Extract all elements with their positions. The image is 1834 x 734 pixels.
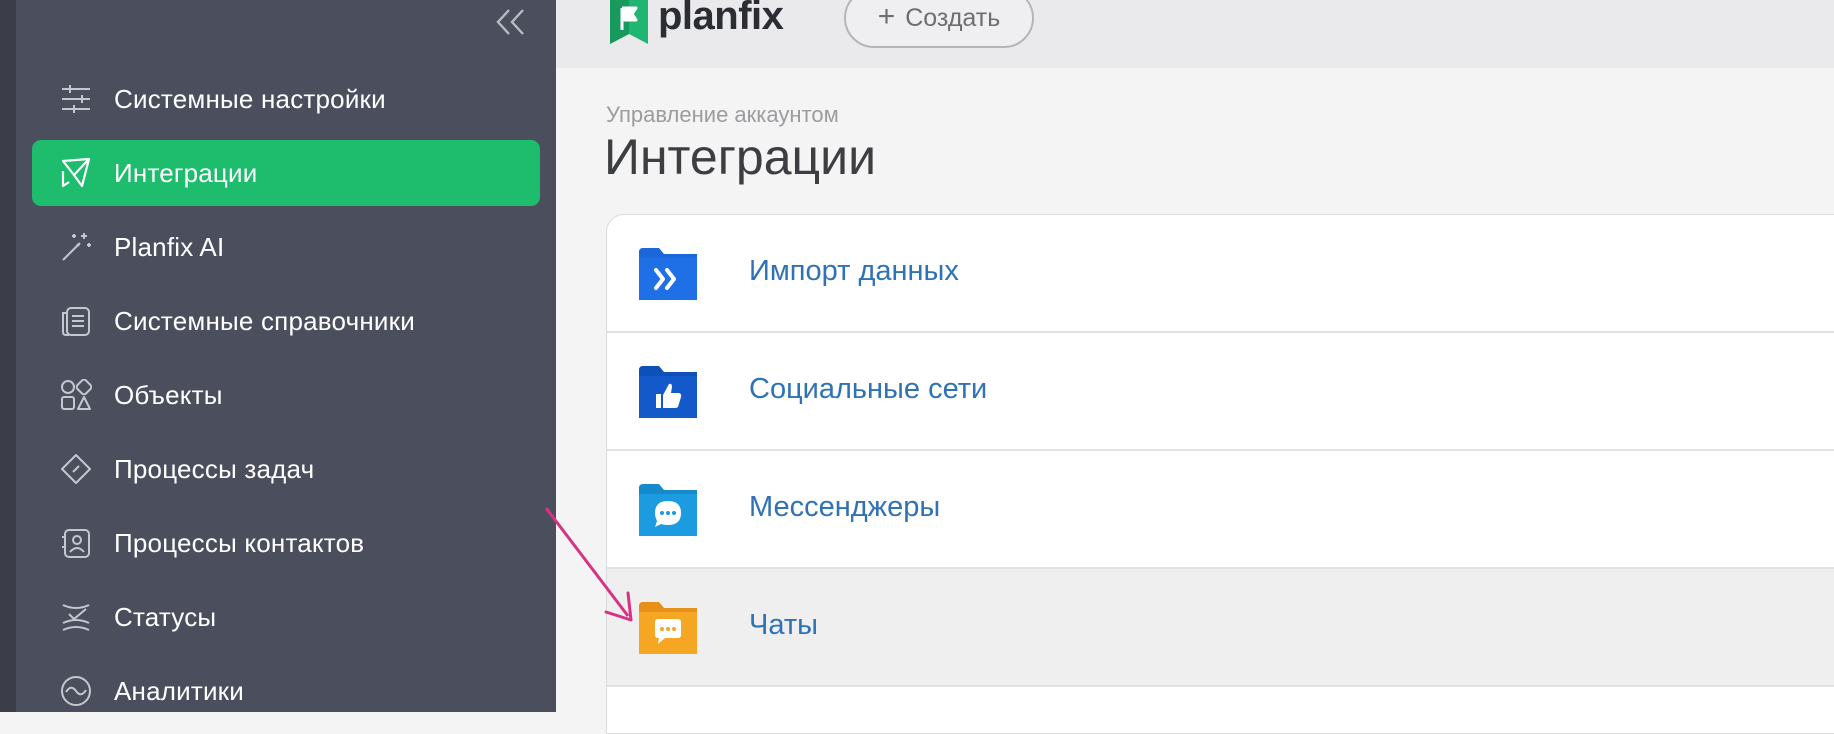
sidebar-item-label: Процессы контактов — [114, 527, 365, 558]
collapse-sidebar-button[interactable] — [490, 6, 530, 38]
sidebar-item-label: Интеграции — [114, 157, 258, 188]
planfix-logo-icon — [610, 0, 648, 44]
create-button[interactable]: + Создать — [844, 0, 1034, 48]
sidebar-item-label: Planfix AI — [114, 231, 225, 262]
list-item-chats[interactable]: Чаты — [607, 569, 1834, 687]
import-folder-icon — [639, 248, 697, 300]
sidebar-item-label: Процессы задач — [114, 453, 315, 484]
breadcrumb[interactable]: Управление аккаунтом — [606, 102, 839, 128]
list-item-label: Социальные сети — [749, 373, 988, 405]
sidebar-item-system-directories[interactable]: Системные справочники — [16, 288, 556, 354]
list-document-icon — [62, 307, 90, 336]
window-edge — [0, 0, 16, 712]
sliders-icon — [62, 85, 90, 113]
sidebar-item-label: Аналитики — [114, 675, 244, 706]
list-item-social-networks[interactable]: Социальные сети — [607, 333, 1834, 451]
analytics-wave-icon — [61, 676, 91, 706]
list-item-label: Мессенджеры — [749, 491, 941, 523]
magic-wand-icon — [62, 233, 91, 261]
sidebar-item-label: Объекты — [114, 379, 223, 410]
list-item-label: Чаты — [749, 609, 818, 641]
contact-card-icon — [62, 529, 90, 558]
sidebar-item-integrations[interactable]: Интеграции — [16, 140, 556, 206]
active-highlight — [32, 140, 540, 206]
integrations-list: Импорт данных Социальные сети Мессенджер… — [606, 214, 1834, 734]
messenger-folder-icon — [639, 484, 697, 536]
planfix-logo-text[interactable]: planfix — [658, 0, 784, 39]
sidebar-item-label: Системные справочники — [114, 305, 415, 336]
shapes-icon — [61, 379, 92, 410]
sidebar-item-label: Системные настройки — [114, 83, 386, 114]
list-item-data-import[interactable]: Импорт данных — [607, 215, 1834, 333]
list-item-messengers[interactable]: Мессенджеры — [607, 451, 1834, 569]
sidebar-item-analytics[interactable]: Аналитики — [16, 658, 556, 724]
status-check-icon — [62, 604, 90, 631]
double-chevron-left-icon — [496, 9, 524, 35]
sidebar-item-system-settings[interactable]: Системные настройки — [16, 66, 556, 132]
create-button-label: Создать — [905, 3, 1001, 32]
sidebar-item-task-processes[interactable]: Процессы задач — [16, 436, 556, 502]
page-title: Интеграции — [604, 129, 877, 185]
paper-plane-icon — [61, 157, 91, 188]
list-item-label: Импорт данных — [749, 255, 959, 287]
sidebar-item-statuses[interactable]: Статусы — [16, 584, 556, 650]
diamond-process-icon — [61, 454, 91, 484]
chat-folder-icon — [639, 602, 697, 654]
sidebar-item-objects[interactable]: Объекты — [16, 362, 556, 428]
plus-icon: + — [877, 0, 896, 33]
sidebar-item-label: Статусы — [114, 601, 217, 632]
sidebar-item-planfix-ai[interactable]: Planfix AI — [16, 214, 556, 280]
sidebar-item-contact-processes[interactable]: Процессы контактов — [16, 510, 556, 576]
social-folder-icon — [639, 366, 697, 418]
